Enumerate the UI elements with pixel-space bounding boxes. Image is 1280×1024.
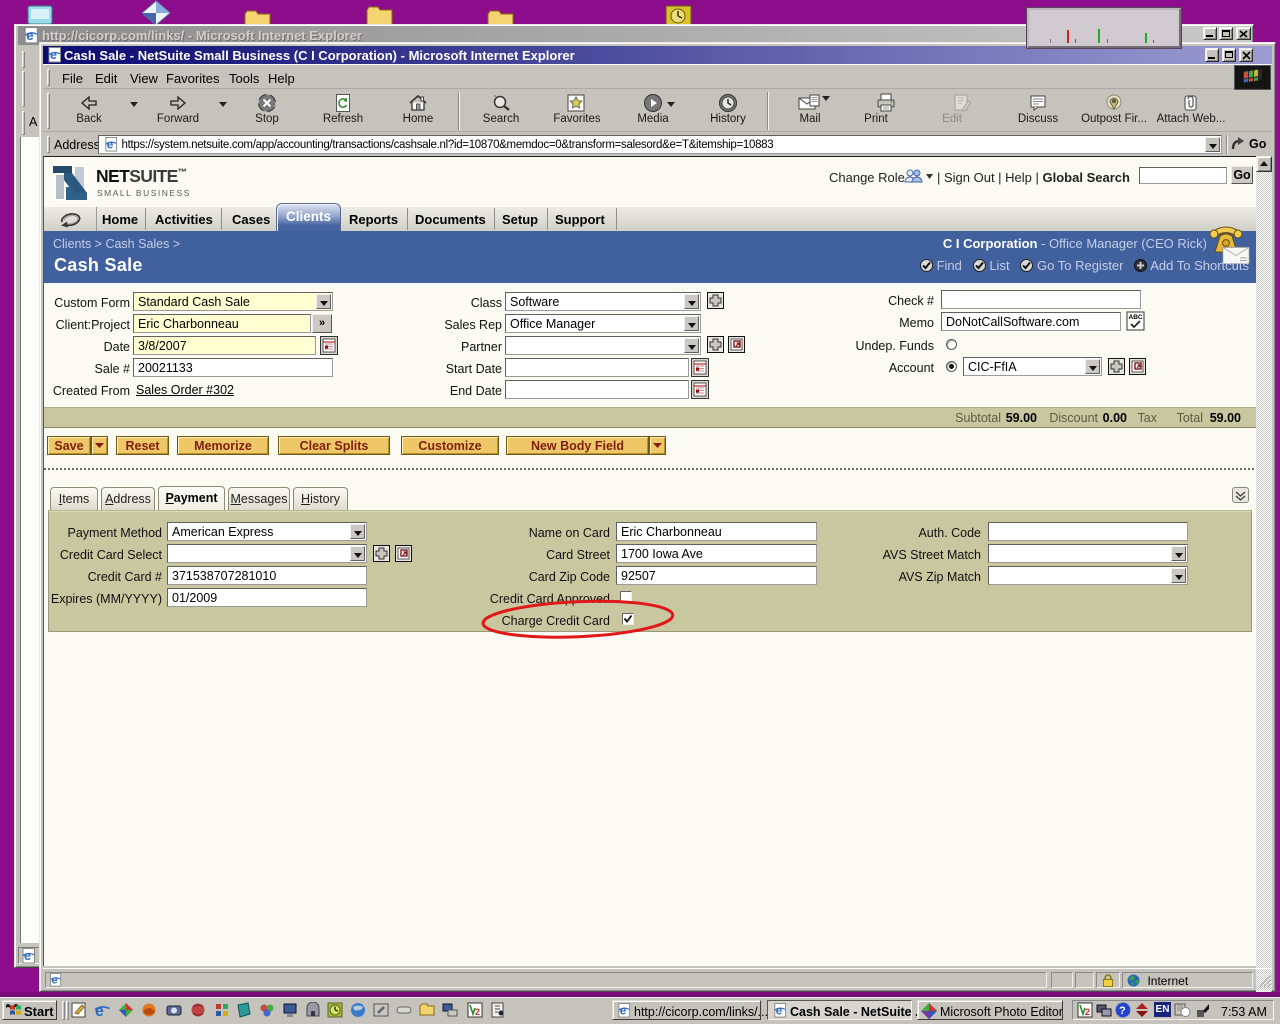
svg-text:ABC: ABC xyxy=(1129,314,1143,321)
svg-text:?: ? xyxy=(1119,1005,1126,1017)
svg-text:e: e xyxy=(95,1003,104,1019)
svg-text:2: 2 xyxy=(1085,1007,1090,1017)
svg-text:2: 2 xyxy=(475,1007,480,1017)
